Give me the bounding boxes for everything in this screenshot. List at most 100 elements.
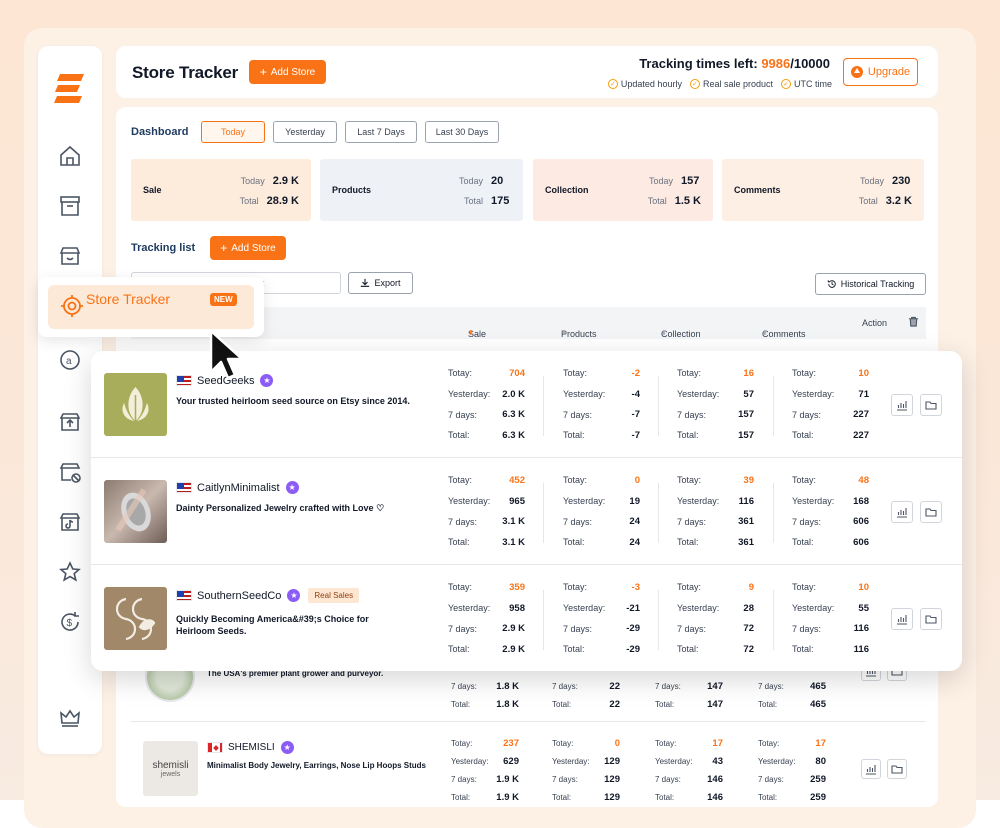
store-row[interactable]: CaitlynMinimalist ★ Dainty Personalized …	[91, 458, 962, 565]
metric-comments: Totay: 10 Yesterday: 55 7 days: 116 Total: 1…	[792, 581, 869, 655]
tracking-times-left: Tracking times left: 9986/10000	[639, 56, 830, 71]
store-name-line: SHEMISLI ★	[207, 741, 294, 754]
add-store-label: Add Store	[270, 66, 316, 78]
store-upload-icon[interactable]	[58, 410, 82, 434]
star-seller-icon: ★	[260, 374, 274, 387]
star-icon[interactable]	[58, 560, 82, 584]
folder-button[interactable]	[920, 501, 942, 523]
archive-icon[interactable]	[58, 194, 82, 218]
folder-button[interactable]	[887, 759, 907, 779]
stat-today: Today 2.9 K	[240, 175, 299, 187]
star-seller-icon: ★	[285, 481, 299, 494]
column-divider	[773, 376, 774, 436]
tracking-list-title: Tracking list	[131, 242, 196, 254]
column-divider	[658, 376, 659, 436]
stat-total: Total 1.5 K	[647, 195, 701, 207]
check-icon: ✓	[781, 79, 791, 89]
metric-collection: Totay: 39 Yesterday: 116 7 days: 361 Total:…	[677, 474, 754, 548]
add-store-button[interactable]: + Add Store	[249, 60, 326, 84]
tracking-total: /10000	[790, 56, 830, 71]
us-flag-icon	[176, 375, 192, 386]
feature-item: ✓ Real sale product	[689, 79, 773, 89]
tab-last-30-days[interactable]: Last 30 Days	[425, 121, 499, 143]
metric-products: Totay: -3 Yesterday: -21 7 days: -29 Total:…	[563, 581, 640, 655]
chart-icon	[897, 508, 907, 518]
chart-button[interactable]	[891, 394, 913, 416]
real-sales-badge: Real Sales	[308, 588, 360, 603]
store-thumbnail	[104, 587, 167, 650]
store-name[interactable]: SHEMISLI	[228, 742, 275, 753]
home-icon[interactable]	[58, 144, 82, 168]
store-blocked-icon[interactable]	[58, 460, 82, 484]
store-name[interactable]: CaitlynMinimalist	[197, 482, 280, 494]
star-seller-icon: ★	[280, 741, 294, 754]
chart-icon	[897, 401, 907, 411]
store-row[interactable]: SouthernSeedCo ★ Real Sales Quickly Beco…	[91, 565, 962, 671]
page-header: Store Tracker + Add Store Tracking times…	[116, 46, 938, 98]
store-description: Minimalist Body Jewelry, Earrings, Nose …	[207, 761, 427, 770]
metric-comments: Totay: 17 Yesterday: 80 7 days: 259 Total: 2…	[758, 737, 826, 803]
canada-flag-icon	[207, 742, 223, 753]
upgrade-button[interactable]: Upgrade	[843, 58, 918, 86]
feature-label: UTC time	[794, 79, 832, 89]
store-description: Your trusted heirloom seed source on Ets…	[176, 396, 410, 406]
store-tracker-label: Store Tracker	[86, 291, 171, 307]
dollar-sync-icon[interactable]: $	[58, 610, 82, 634]
history-icon	[827, 280, 836, 288]
historical-tracking-button[interactable]: Historical Tracking	[815, 273, 926, 295]
download-icon	[361, 278, 370, 287]
plus-icon: +	[259, 65, 267, 79]
shop-icon[interactable]	[58, 244, 82, 268]
folder-button[interactable]	[920, 394, 942, 416]
thumbnail-text: shemisli	[152, 759, 189, 771]
column-divider	[658, 483, 659, 543]
tiktok-shop-icon[interactable]	[58, 510, 82, 534]
trash-icon[interactable]	[908, 316, 919, 329]
historical-label: Historical Tracking	[840, 279, 915, 289]
store-name[interactable]: SouthernSeedCo	[197, 590, 281, 602]
tab-yesterday[interactable]: Yesterday	[273, 121, 337, 143]
chart-button[interactable]	[891, 608, 913, 630]
column-divider	[773, 590, 774, 650]
crown-icon[interactable]	[58, 706, 82, 730]
thumbnail-subtext: jewels	[160, 770, 181, 778]
stat-total: Total 175	[463, 195, 510, 207]
store-description: Quickly Becoming America&#39;s Choice fo…	[176, 614, 369, 636]
new-badge: NEW	[210, 293, 237, 306]
metric-collection: Totay: 17 Yesterday: 43 7 days: 146 Total: 1…	[655, 737, 723, 803]
metric-sale: Totay: 359 Yesterday: 958 7 days: 2.9 K Tot…	[448, 581, 525, 655]
page-title: Store Tracker	[132, 63, 239, 82]
metric-comments: 7 days: 465 Total: 465	[758, 680, 826, 710]
store-thumbnail: shemisli jewels	[143, 741, 198, 796]
tracking-add-store-button[interactable]: + Add Store	[210, 236, 286, 260]
stat-name: Products	[332, 185, 372, 195]
mouse-cursor-icon	[208, 328, 252, 382]
store-thumbnail	[104, 480, 167, 543]
feature-item: ✓ Updated hourly	[607, 79, 682, 89]
tab-today[interactable]: Today	[201, 121, 265, 143]
stat-today: Today 157	[648, 175, 700, 187]
metric-products: 7 days: 22 Total: 22	[552, 680, 620, 710]
brand-logo-icon	[54, 72, 86, 106]
metric-comments: Totay: 48 Yesterday: 168 7 days: 606 Total:…	[792, 474, 869, 548]
chart-button[interactable]	[861, 759, 881, 779]
metric-products: Totay: 0 Yesterday: 129 7 days: 129 Total: 1…	[552, 737, 620, 803]
check-icon: ✓	[689, 79, 700, 89]
stat-total: Total 3.2 K	[858, 195, 912, 207]
metric-collection: Totay: 16 Yesterday: 57 7 days: 157 Total: 1…	[677, 367, 754, 441]
chart-button[interactable]	[891, 501, 913, 523]
folder-button[interactable]	[920, 608, 942, 630]
upgrade-label: Upgrade	[867, 66, 911, 78]
stat-card-collection: Collection Today 157 Total 1.5 K	[533, 159, 713, 221]
folder-icon	[891, 765, 903, 774]
column-divider	[543, 483, 544, 543]
export-button[interactable]: Export	[348, 272, 413, 294]
svg-text:$: $	[67, 618, 73, 629]
metric-collection: Totay: 9 Yesterday: 28 7 days: 72 Total: 72	[677, 581, 754, 655]
amazon-icon[interactable]: a	[58, 348, 82, 372]
column-divider	[773, 483, 774, 543]
stat-name: Collection	[545, 185, 589, 195]
store-list-card: SeedGeeks ★ Your trusted heirloom seed s…	[91, 351, 962, 671]
tab-last-7-days[interactable]: Last 7 Days	[345, 121, 417, 143]
metric-sale: 7 days: 1.8 K Total: 1.8 K	[451, 680, 519, 710]
